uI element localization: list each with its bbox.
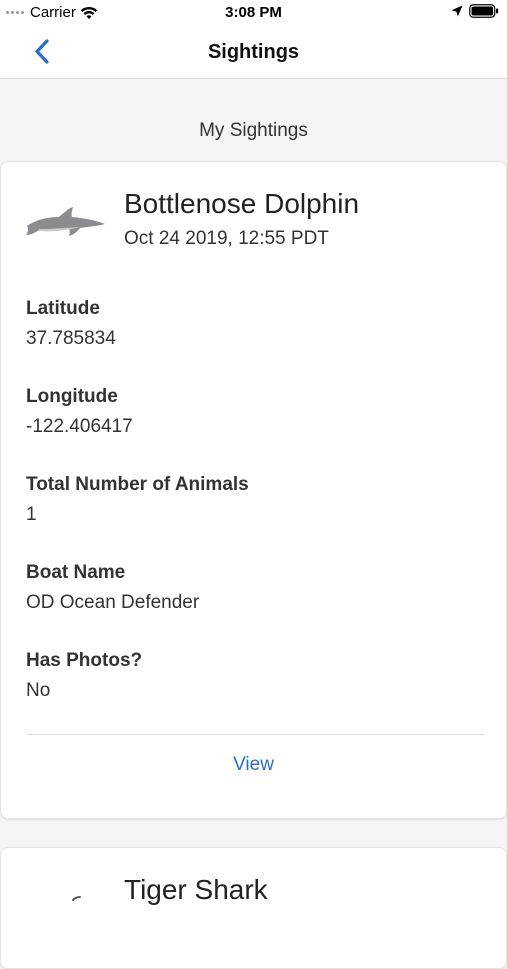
dolphin-icon xyxy=(26,207,105,236)
section-heading: My Sightings xyxy=(199,120,308,141)
field-total-animals: Total Number of Animals 1 xyxy=(26,474,249,526)
nav-title: Sightings xyxy=(207,41,300,63)
field-boat-name: Boat Name OD Ocean Defender xyxy=(26,562,199,614)
species-name: Bottlenose Dolphin xyxy=(124,188,360,219)
divider xyxy=(26,734,484,735)
field-value: OD Ocean Defender xyxy=(26,592,200,613)
field-label: Longitude xyxy=(26,386,118,407)
location-arrow-icon xyxy=(451,5,463,17)
field-label: Latitude xyxy=(26,298,100,319)
field-has-photos: Has Photos? No xyxy=(26,650,142,702)
field-latitude: Latitude 37.785834 xyxy=(26,298,116,350)
sighting-card: Tiger Shark xyxy=(0,847,507,969)
status-time: 3:08 PM xyxy=(225,4,282,21)
status-right xyxy=(451,4,499,18)
field-label: Has Photos? xyxy=(26,650,143,671)
shark-icon xyxy=(72,896,81,901)
sighting-card: Bottlenose Dolphin Oct 24 2019, 12:55 PD… xyxy=(0,161,507,819)
field-value: 1 xyxy=(26,504,37,525)
field-value: -122.406417 xyxy=(26,416,133,437)
sighting-date: Oct 24 2019, 12:55 PDT xyxy=(124,228,329,249)
field-value: 37.785834 xyxy=(26,328,116,349)
field-label: Total Number of Animals xyxy=(26,474,249,495)
field-value: No xyxy=(26,680,51,701)
view-button[interactable]: View xyxy=(1,754,506,776)
species-name: Tiger Shark xyxy=(124,874,268,905)
field-longitude: Longitude -122.406417 xyxy=(26,386,133,438)
battery-icon xyxy=(469,4,499,18)
navigation-bar: Sightings xyxy=(0,26,507,79)
status-bar: Carrier 3:08 PM xyxy=(0,0,507,26)
field-label: Boat Name xyxy=(26,562,126,583)
